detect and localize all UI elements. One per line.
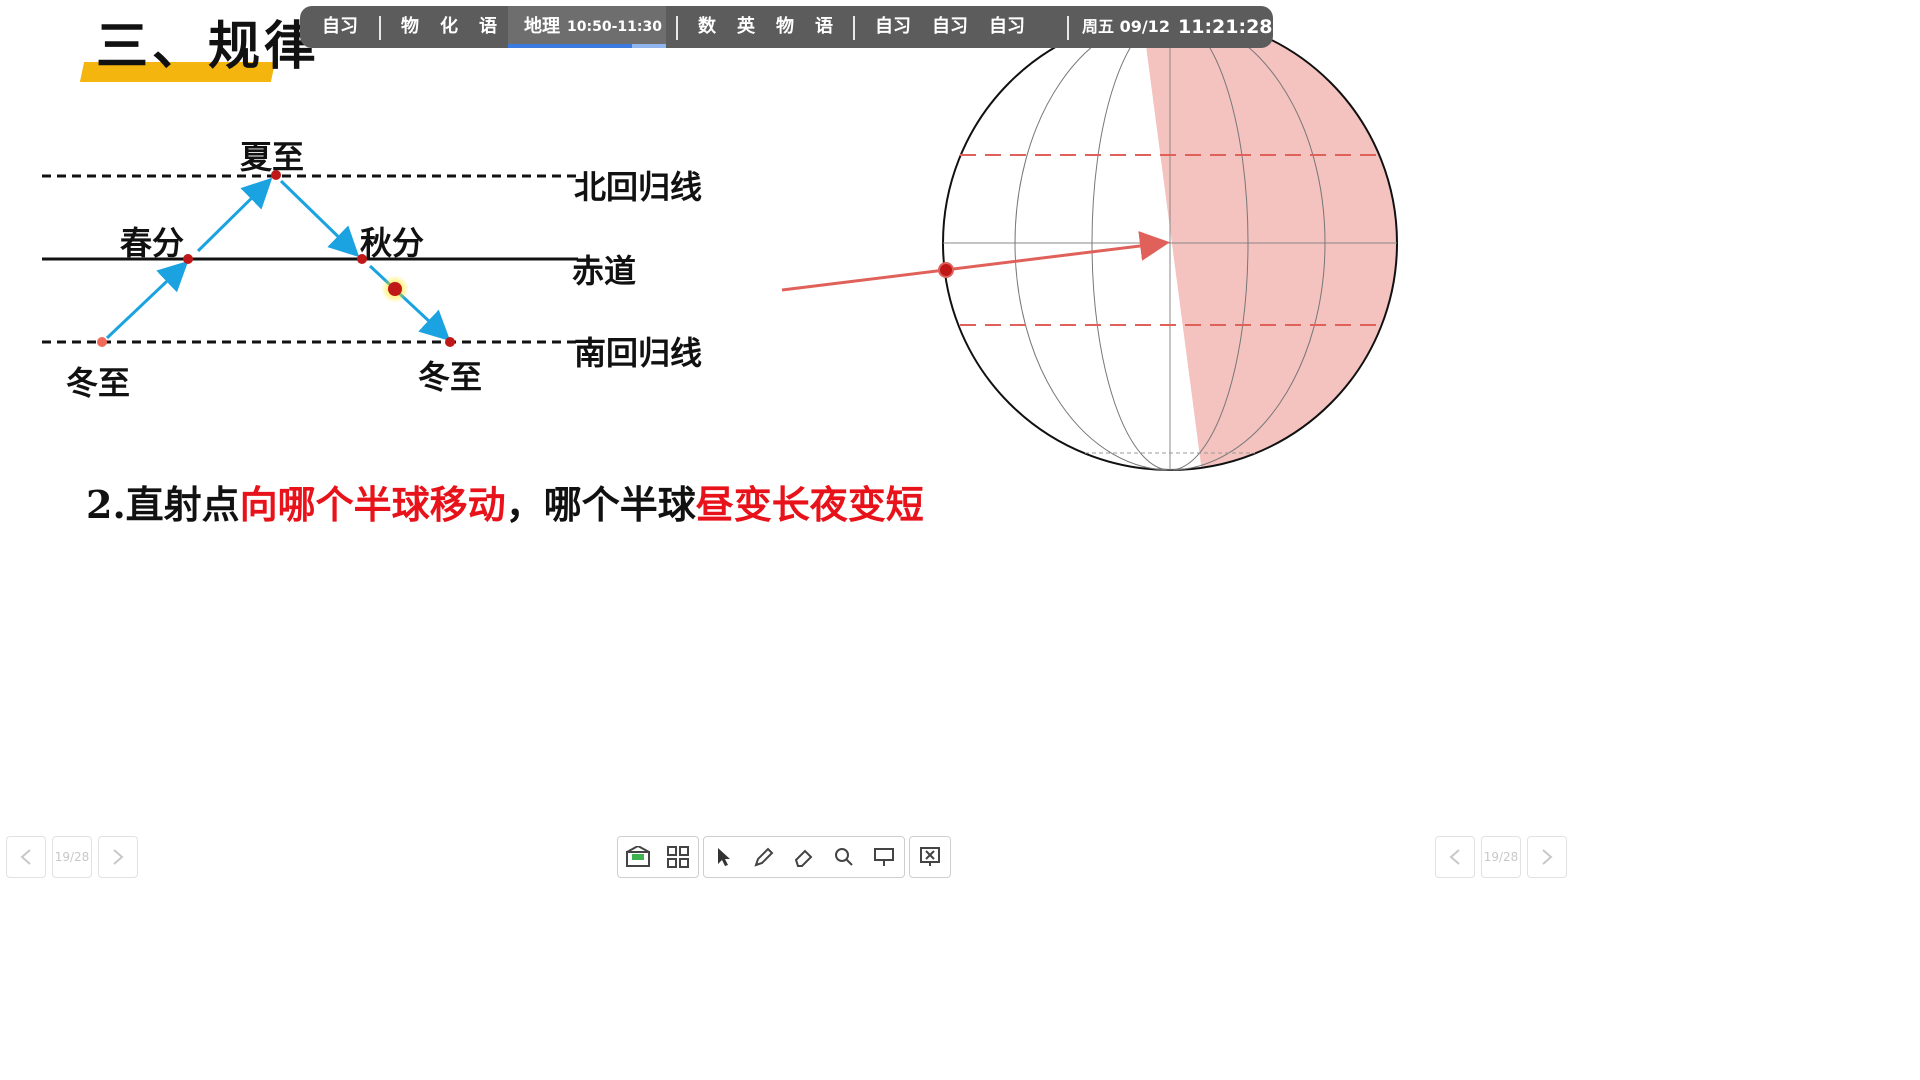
presentation-toolbar	[617, 836, 951, 878]
schedule-divider	[853, 16, 855, 40]
label-winter-solstice-right: 冬至	[418, 358, 483, 396]
sentence-part-1: 2.直射点	[86, 482, 240, 527]
schedule-item: 自习	[932, 16, 968, 37]
label-summer-solstice: 夏至	[240, 138, 305, 176]
label-winter-solstice-left: 冬至	[66, 364, 131, 402]
schedule-item: 自习	[989, 16, 1025, 37]
sentence-part-4: 昼变长夜变短	[695, 482, 924, 527]
chevron-right-icon	[1542, 849, 1553, 865]
point-winter-left	[97, 337, 107, 347]
label-spring-equinox: 春分	[120, 224, 185, 262]
toolbar-group-apps	[617, 836, 699, 878]
grid-icon[interactable]	[658, 837, 698, 877]
arrow-winter-to-spring	[105, 260, 189, 340]
schedule-item: 物	[401, 16, 419, 37]
diagram-canvas	[42, 15, 1398, 471]
schedule-divider	[676, 16, 678, 40]
prev-page-button[interactable]	[6, 836, 46, 878]
point-spring	[183, 254, 193, 264]
chevron-left-icon	[20, 849, 31, 865]
arrow-summer-to-autumn	[279, 179, 360, 258]
schedule-item: 数	[698, 16, 716, 37]
schedule-item: 英	[737, 16, 755, 37]
search-icon[interactable]	[824, 837, 864, 877]
label-equator: 赤道	[572, 252, 637, 290]
arrow-spring-to-summer	[196, 177, 273, 253]
sun-ray-arrow	[781, 231, 1170, 292]
schedule-date: 周五 09/12	[1082, 17, 1170, 36]
schedule-item: 自习	[322, 16, 358, 37]
schedule-item: 语	[479, 16, 497, 37]
globe-direct-point	[938, 262, 954, 278]
toolbar-group-tools	[703, 836, 905, 878]
schedule-item-current-time: 10:50-11:30	[567, 19, 662, 35]
presentation-icon[interactable]	[864, 837, 904, 877]
current-point	[388, 282, 402, 296]
chevron-right-icon	[113, 849, 124, 865]
envelope-icon[interactable]	[618, 837, 658, 877]
class-schedule-bar: 自习 物 化 语 地理 10:50-11:30 数 英 物 语 自习 自习 自习…	[300, 6, 1273, 48]
label-tropic-south: 南回归线	[574, 334, 703, 372]
next-page-button[interactable]	[98, 836, 138, 878]
prev-page-button[interactable]	[1435, 836, 1475, 878]
schedule-item: 语	[815, 16, 833, 37]
schedule-clock: 11:21:28	[1178, 16, 1273, 38]
schedule-divider	[379, 16, 381, 40]
label-tropic-north: 北回归线	[574, 168, 703, 206]
pager-left: 19/28	[6, 836, 138, 878]
eraser-icon[interactable]	[784, 837, 824, 877]
globe-illumination	[1140, 16, 1397, 470]
close-screen-icon[interactable]	[910, 837, 950, 877]
schedule-divider	[1067, 16, 1069, 40]
sentence-part-3: ，哪个半球	[505, 482, 696, 527]
schedule-item: 物	[776, 16, 794, 37]
next-page-button[interactable]	[1527, 836, 1567, 878]
label-autumn-equinox: 秋分	[360, 224, 425, 262]
point-winter-right	[445, 337, 455, 347]
chevron-left-icon	[1449, 849, 1460, 865]
arrow-autumn-to-winter	[368, 264, 451, 342]
question-sentence: 2.直射点向哪个半球移动，哪个半球昼变长夜变短	[86, 474, 924, 529]
sentence-part-2: 向哪个半球移动	[239, 482, 506, 527]
schedule-item: 化	[440, 16, 458, 37]
toolbar-group-exit	[909, 836, 951, 878]
page-indicator[interactable]: 19/28	[1481, 836, 1521, 878]
schedule-item-current: 地理	[524, 16, 560, 37]
pager-right: 19/28	[1435, 836, 1567, 878]
pointer-icon[interactable]	[704, 837, 744, 877]
pen-icon[interactable]	[744, 837, 784, 877]
schedule-item: 自习	[875, 16, 911, 37]
page-indicator[interactable]: 19/28	[52, 836, 92, 878]
